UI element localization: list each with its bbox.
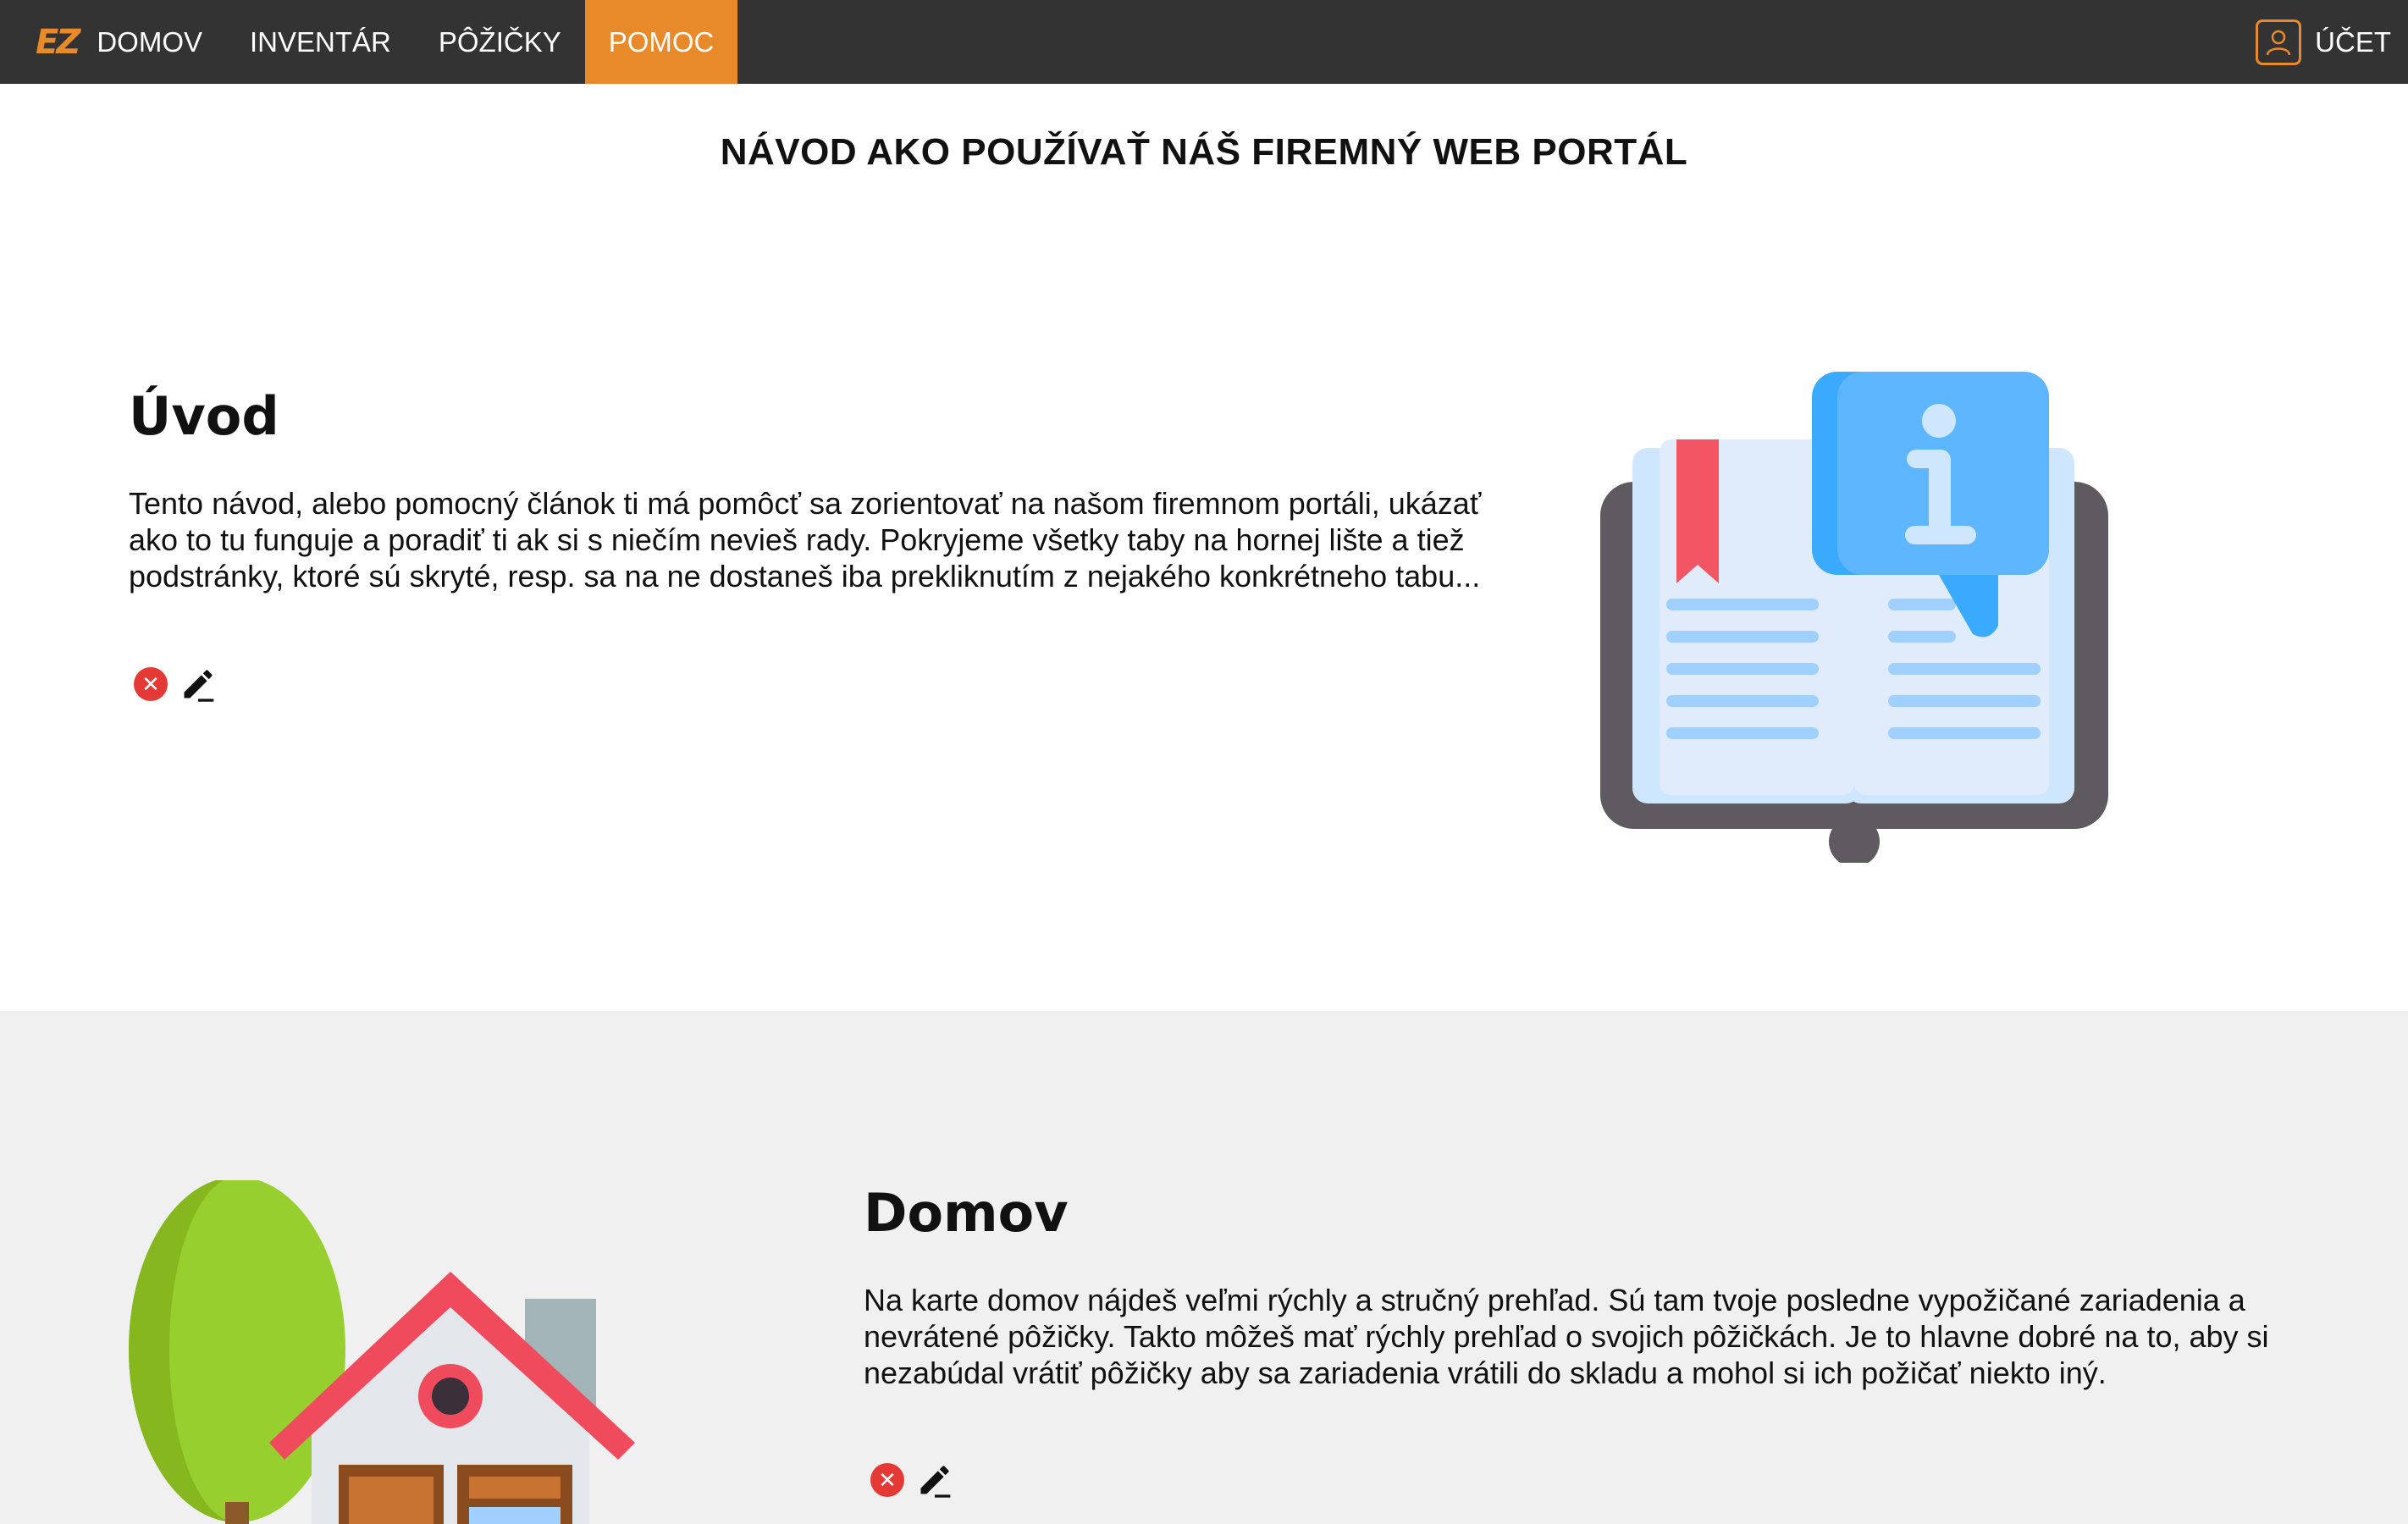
section-intro: NÁVOD AKO POUŽÍVAŤ NÁŠ FIREMNÝ WEB PORTÁ…	[0, 84, 2408, 1011]
book-info-icon	[1600, 372, 2108, 863]
nav-item-domov[interactable]: DOMOV	[97, 0, 226, 84]
close-icon[interactable]: ✕	[878, 1467, 897, 1494]
section-heading-domov: Domov	[864, 1182, 1069, 1244]
user-icon[interactable]	[2256, 19, 2302, 65]
section-text-domov: Na karte domov nájdeš veľmi rýchly a str…	[864, 1283, 2269, 1390]
section-text-uvod: Tento návod, alebo pomocný článok ti má …	[129, 486, 1482, 594]
section-heading-uvod: Úvod	[129, 385, 279, 447]
pencil-icon[interactable]	[179, 665, 217, 703]
delete-button[interactable]: ✕	[134, 667, 168, 701]
section-actions-uvod: ✕	[134, 665, 217, 703]
nav-item-pomoc[interactable]: POMOC	[584, 0, 738, 84]
section-actions-domov: ✕	[870, 1461, 953, 1499]
nav-item-inventar[interactable]: INVENTÁR	[226, 0, 415, 84]
top-navbar: EZ DOMOV INVENTÁR PÔŽIČKY POMOC ÚČET	[0, 0, 2408, 84]
close-icon[interactable]: ✕	[141, 671, 160, 698]
account-button[interactable]: ÚČET	[2256, 0, 2408, 84]
ez-logo[interactable]: EZ	[36, 23, 80, 62]
page-title: NÁVOD AKO POUŽÍVAŤ NÁŠ FIREMNÝ WEB PORTÁ…	[720, 131, 1688, 173]
section-domov: Domov Na karte domov nájdeš veľmi rýchly…	[0, 1011, 2408, 1524]
nav-item-pozicky[interactable]: PÔŽIČKY	[415, 0, 585, 84]
brand[interactable]: EZ	[0, 0, 97, 84]
house-icon	[129, 1180, 635, 1524]
account-label[interactable]: ÚČET	[2315, 26, 2391, 58]
delete-button[interactable]: ✕	[870, 1463, 904, 1497]
pencil-icon[interactable]	[916, 1461, 953, 1499]
